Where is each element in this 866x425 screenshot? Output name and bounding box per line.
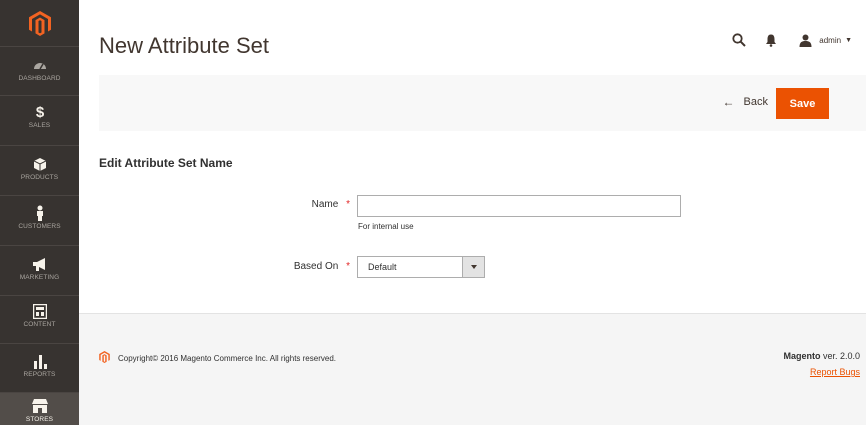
copyright-text: Copyright© 2016 Magento Commerce Inc. Al…	[118, 353, 336, 363]
name-field-label: Name *	[250, 199, 350, 210]
nav-divider	[0, 95, 79, 96]
nav-divider	[0, 295, 79, 296]
cube-icon	[30, 156, 50, 172]
search-icon[interactable]	[731, 32, 747, 48]
header-actions: admin ▼	[731, 32, 852, 48]
back-button-label: Back	[743, 96, 768, 108]
person-icon	[30, 205, 50, 221]
nav-divider	[0, 145, 79, 146]
sidebar-item-label: CONTENT	[23, 321, 56, 328]
admin-app: DASHBOARD $ SALES PRODUCTS CUSTOMERS MAR…	[0, 0, 866, 425]
sidebar-item-label: DASHBOARD	[18, 75, 61, 82]
admin-user-menu[interactable]: admin ▼	[797, 32, 852, 48]
store-icon	[30, 398, 50, 414]
chevron-down-icon: ▼	[845, 36, 852, 44]
megaphone-icon	[30, 256, 50, 272]
sidebar-item-label: MARKETING	[19, 274, 60, 281]
sidebar-item-marketing[interactable]: MARKETING	[0, 250, 79, 290]
copyright: Copyright© 2016 Magento Commerce Inc. Al…	[99, 351, 336, 365]
page-footer: Copyright© 2016 Magento Commerce Inc. Al…	[79, 313, 866, 425]
sidebar-item-reports[interactable]: REPORTS	[0, 348, 79, 388]
select-toggle	[462, 257, 484, 277]
version-number: ver. 2.0.0	[820, 351, 860, 361]
sidebar-item-label: REPORTS	[23, 371, 56, 378]
layout-icon	[30, 303, 50, 319]
chevron-down-icon	[470, 265, 477, 269]
sidebar-item-label: SALES	[28, 122, 51, 129]
page-actions-bar: ← Back Save	[99, 75, 866, 131]
name-field-hint: For internal use	[358, 222, 414, 231]
nav-divider	[0, 343, 79, 344]
bar-chart-icon	[30, 353, 50, 369]
based-on-field-label: Based On *	[250, 261, 350, 272]
admin-username: admin	[819, 35, 842, 45]
sidebar-item-products[interactable]: PRODUCTS	[0, 150, 79, 190]
based-on-label-text: Based On	[293, 261, 339, 272]
nav-divider	[0, 245, 79, 246]
required-marker: *	[346, 261, 350, 272]
admin-sidebar: DASHBOARD $ SALES PRODUCTS CUSTOMERS MAR…	[0, 0, 79, 425]
dollar-icon: $	[30, 104, 50, 120]
nav-divider	[0, 195, 79, 196]
nav-divider	[0, 46, 79, 47]
name-label-text: Name	[311, 199, 339, 210]
svg-text:$: $	[35, 104, 44, 120]
sidebar-item-label: CUSTOMERS	[18, 223, 61, 230]
magento-logo[interactable]	[0, 0, 79, 46]
sidebar-item-label: PRODUCTS	[20, 174, 59, 181]
save-button[interactable]: Save	[776, 88, 829, 119]
sidebar-item-sales[interactable]: $ SALES	[0, 100, 79, 140]
page-title: New Attribute Set	[99, 33, 269, 58]
sidebar-item-label: STORES	[25, 416, 54, 423]
required-marker: *	[346, 199, 350, 210]
user-icon	[797, 32, 813, 48]
sidebar-item-dashboard[interactable]: DASHBOARD	[0, 53, 79, 91]
magento-logo-icon	[28, 10, 51, 36]
based-on-select[interactable]: Default	[357, 256, 485, 278]
based-on-selected-value: Default	[368, 262, 397, 272]
sidebar-item-content[interactable]: CONTENT	[0, 298, 79, 340]
sidebar-item-customers[interactable]: CUSTOMERS	[0, 200, 79, 240]
report-bugs-link[interactable]: Report Bugs	[810, 367, 860, 377]
version-info: Magento ver. 2.0.0	[783, 351, 860, 361]
back-button[interactable]: ← Back	[723, 95, 768, 109]
dashboard-icon	[30, 57, 50, 73]
arrow-left-icon: ←	[722, 95, 735, 109]
sidebar-item-stores[interactable]: STORES	[0, 393, 79, 425]
magento-logo-icon	[99, 351, 110, 365]
bell-icon[interactable]	[763, 32, 779, 48]
brand-name: Magento	[783, 351, 821, 361]
name-input[interactable]	[357, 195, 681, 217]
section-title: Edit Attribute Set Name	[99, 156, 233, 170]
